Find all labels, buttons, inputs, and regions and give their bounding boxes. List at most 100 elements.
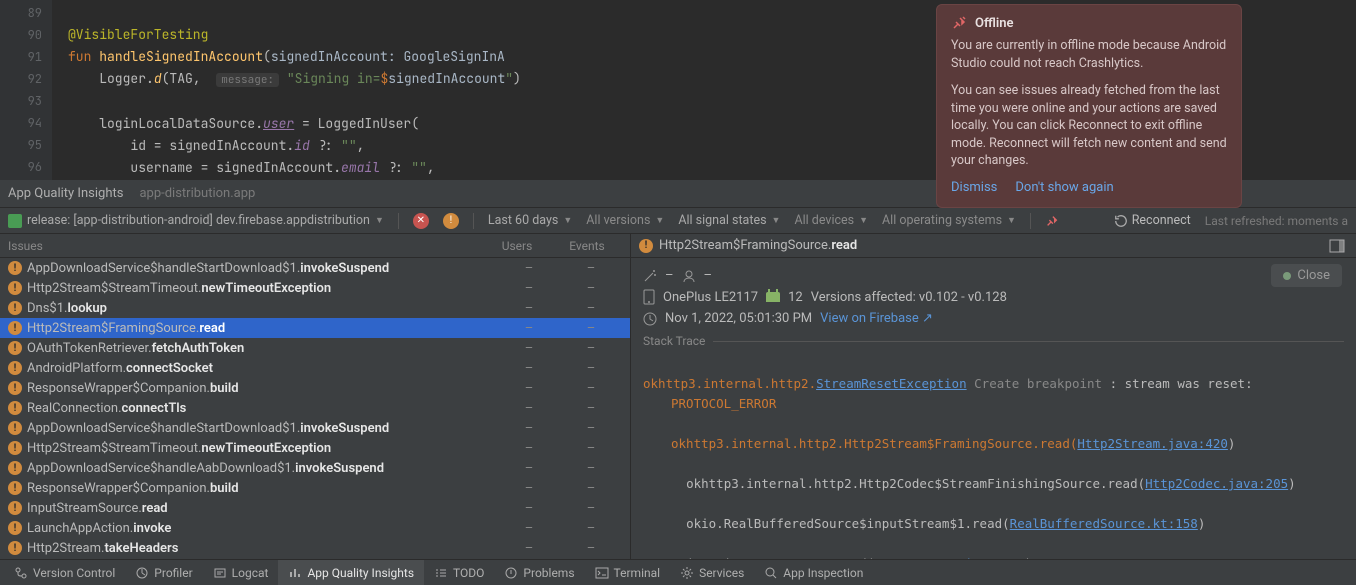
detail-body[interactable]: Close – – OnePlus LE2117 12 Versions aff…: [631, 258, 1356, 559]
close-issue-button[interactable]: Close: [1271, 264, 1342, 287]
issue-list[interactable]: !AppDownloadService$handleStartDownload$…: [0, 258, 630, 559]
bottom-tab-logcat[interactable]: Logcat: [203, 560, 279, 585]
col-users[interactable]: Users: [482, 239, 552, 253]
issue-row[interactable]: !Http2Stream$StreamTimeout.newTimeoutExc…: [0, 278, 630, 298]
issue-users: –: [498, 261, 560, 276]
issue-name: AppDownloadService$handleAabDownload$1.i…: [27, 461, 498, 476]
issue-users: –: [498, 281, 560, 296]
warning-icon: !: [8, 281, 22, 295]
issue-row[interactable]: !Http2Stream.takeHeaders––: [0, 538, 630, 558]
issue-users: –: [498, 501, 560, 516]
module-icon: [8, 214, 22, 228]
fatal-filter-toggle[interactable]: ✕: [413, 213, 429, 229]
offline-title: Offline: [975, 16, 1013, 31]
editor-gutter: 899091929394959697: [0, 0, 52, 180]
issue-events: –: [560, 501, 622, 516]
issue-row[interactable]: ! AppDownloadService$handleAabDownload$1.…: [0, 458, 630, 478]
issue-events: –: [560, 261, 622, 276]
devices-filter[interactable]: All devices▼: [794, 213, 868, 228]
issue-row[interactable]: !LaunchAppAction.invoke––: [0, 518, 630, 538]
issue-row[interactable]: !AppDownloadService$handleStartDownload$…: [0, 418, 630, 438]
filter-bar: release: [app-distribution-android] dev.…: [0, 208, 1356, 234]
warning-icon: !: [8, 461, 22, 475]
issue-row[interactable]: !Http2Stream$FramingSource.read––: [0, 318, 630, 338]
warning-icon: !: [8, 441, 22, 455]
status-dot-icon: [1283, 272, 1291, 280]
issue-events: –: [560, 461, 622, 476]
issue-row[interactable]: !AndroidPlatform.connectSocket––: [0, 358, 630, 378]
reconnect-button[interactable]: Reconnect: [1114, 213, 1191, 228]
issue-users: –: [498, 341, 560, 356]
stack-trace-label: Stack Trace: [643, 334, 705, 348]
col-events[interactable]: Events: [552, 239, 622, 253]
offline-indicator-icon: [1045, 214, 1059, 228]
warning-icon: !: [8, 541, 22, 555]
offline-dont-show-link[interactable]: Don't show again: [1015, 180, 1113, 195]
os-filter[interactable]: All operating systems▼: [882, 213, 1016, 228]
issue-row[interactable]: !AppDownloadService$handleStartDownload$…: [0, 258, 630, 278]
issue-users: –: [498, 461, 560, 476]
offline-dismiss-link[interactable]: Dismiss: [951, 180, 997, 195]
issue-row[interactable]: !ResponseWrapper$Companion.build––: [0, 478, 630, 498]
module-picker[interactable]: release: [app-distribution-android] dev.…: [8, 213, 384, 228]
issue-row[interactable]: ! Http2Stream$StreamTimeout.newTimeoutExc…: [0, 438, 630, 458]
versions-filter[interactable]: All versions▼: [586, 213, 664, 228]
warning-icon: !: [8, 301, 22, 315]
refresh-icon: [1114, 214, 1128, 228]
issues-header: Issues Users Events: [0, 234, 630, 258]
col-issues[interactable]: Issues: [8, 239, 482, 253]
issue-users: –: [498, 541, 560, 556]
issue-name: Dns$1.lookup: [27, 301, 498, 316]
issue-events: –: [560, 441, 622, 456]
warning-icon: !: [8, 361, 22, 375]
device-icon: [643, 289, 655, 305]
warning-icon: !: [8, 501, 22, 515]
bottom-tab-version-control[interactable]: Version Control: [4, 560, 125, 585]
issue-events: –: [560, 341, 622, 356]
issue-name: Http2Stream$StreamTimeout.newTimeoutExce…: [27, 441, 498, 456]
chevron-down-icon: ▼: [375, 215, 384, 226]
bottom-tab-profiler[interactable]: Profiler: [125, 560, 202, 585]
android-icon: [766, 292, 780, 302]
stack-trace[interactable]: okhttp3.internal.http2.StreamResetExcept…: [643, 354, 1344, 559]
nonfatal-filter-toggle[interactable]: !: [443, 213, 459, 229]
offline-body-1: You are currently in offline mode becaus…: [951, 37, 1227, 72]
issue-row[interactable]: !InputStreamSource.read––: [0, 498, 630, 518]
view-on-firebase-link[interactable]: View on Firebase ↗: [820, 311, 933, 326]
bottom-tab-terminal[interactable]: Terminal: [585, 560, 671, 585]
issue-users: –: [498, 421, 560, 436]
issue-events: –: [560, 281, 622, 296]
bottom-tab-problems[interactable]: Problems: [494, 560, 584, 585]
warning-icon: !: [8, 421, 22, 435]
offline-body-2: You can see issues already fetched from …: [951, 82, 1227, 170]
issue-users: –: [498, 441, 560, 456]
issue-users: –: [498, 401, 560, 416]
offline-plug-icon: [951, 15, 967, 31]
issue-row[interactable]: !RealConnection.connectTls––: [0, 398, 630, 418]
issue-row[interactable]: !Dns$1.lookup––: [0, 298, 630, 318]
period-filter[interactable]: Last 60 days▼: [488, 213, 572, 228]
issue-row[interactable]: !OAuthTokenRetriever.fetchAuthToken––: [0, 338, 630, 358]
bottom-tab-app-inspection[interactable]: App Inspection: [754, 560, 873, 585]
bottom-tab-services[interactable]: Services: [670, 560, 754, 585]
clock-icon: [643, 312, 657, 326]
issue-row[interactable]: !ResponseWrapper$Companion.build––: [0, 378, 630, 398]
panel-settings-button[interactable]: [1326, 235, 1348, 257]
issue-events: –: [560, 321, 622, 336]
signal-filter[interactable]: All signal states▼: [678, 213, 780, 228]
issue-name: AndroidPlatform.connectSocket: [27, 361, 498, 376]
issue-name: Http2Stream$FramingSource.read: [27, 321, 498, 336]
aqi-app-name: app-distribution.app: [139, 186, 255, 201]
issue-name: LaunchAppAction.invoke: [27, 521, 498, 536]
bottom-tab-todo[interactable]: TODO: [424, 560, 494, 585]
issue-users: –: [498, 321, 560, 336]
issue-name: InputStreamSource.read: [27, 501, 498, 516]
detail-panel: ! Http2Stream$FramingSource.read Close –…: [630, 234, 1356, 559]
issue-users: –: [498, 521, 560, 536]
warning-icon: !: [8, 521, 22, 535]
bottom-tab-app-quality-insights[interactable]: App Quality Insights: [278, 560, 424, 585]
issue-events: –: [560, 421, 622, 436]
issue-events: –: [560, 361, 622, 376]
offline-notification: Offline You are currently in offline mod…: [936, 4, 1242, 208]
warning-icon: !: [8, 341, 22, 355]
